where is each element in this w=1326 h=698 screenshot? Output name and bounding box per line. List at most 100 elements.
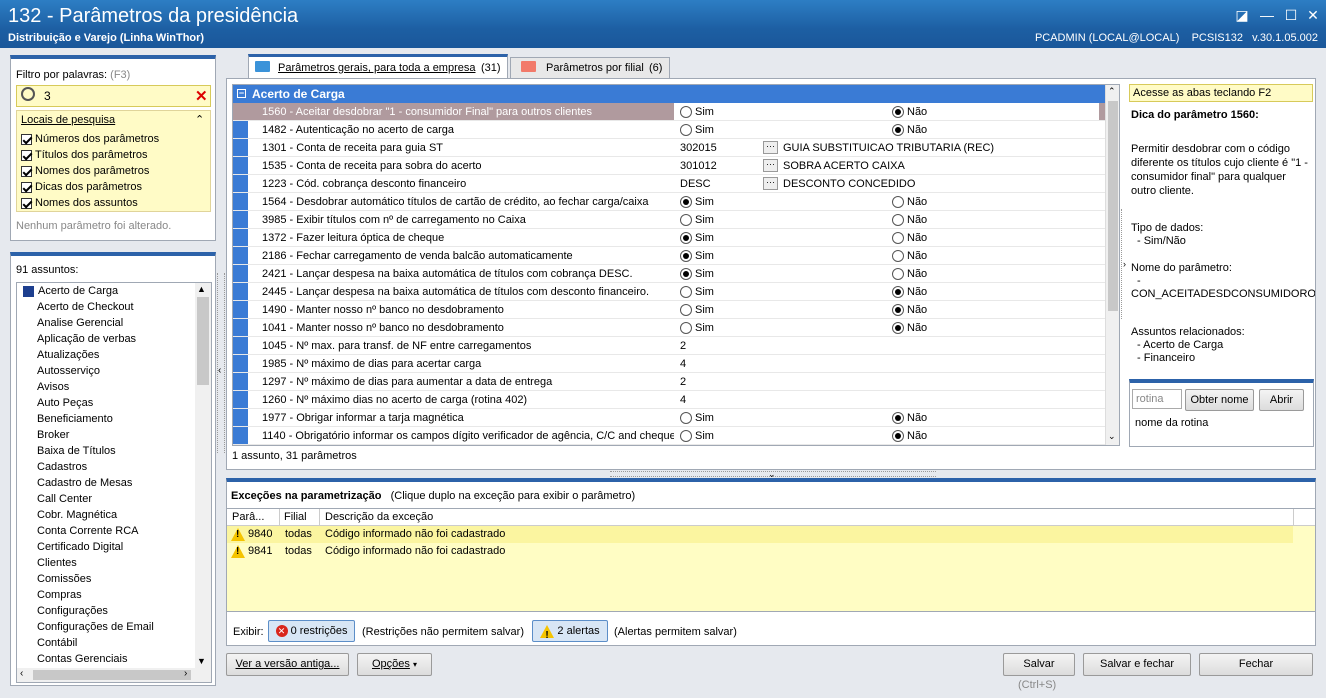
- radio-yes[interactable]: Sim: [680, 247, 714, 265]
- param-row[interactable]: 1490 - Manter nosso nº banco no desdobra…: [233, 301, 1105, 319]
- radio-icon[interactable]: [680, 286, 692, 299]
- subject-item[interactable]: Avisos: [37, 379, 69, 395]
- radio-yes[interactable]: Sim: [680, 103, 714, 121]
- scroll-thumb[interactable]: [1108, 101, 1118, 311]
- checked-icon[interactable]: [23, 285, 34, 297]
- checkbox-icon[interactable]: [21, 133, 32, 145]
- scroll-down-icon[interactable]: ▼: [197, 656, 206, 666]
- radio-no[interactable]: Não: [892, 319, 927, 337]
- subject-item[interactable]: Cobr. Magnética: [37, 507, 117, 523]
- vertical-scrollbar[interactable]: ▲ ▼: [195, 283, 211, 668]
- subject-item[interactable]: Contábil: [37, 635, 77, 651]
- scroll-up-icon[interactable]: ▲: [197, 284, 206, 294]
- filter-input-box[interactable]: 3 ✕: [16, 85, 211, 107]
- radio-icon[interactable]: [892, 322, 904, 335]
- subject-item[interactable]: Cadastros: [37, 459, 87, 475]
- radio-yes[interactable]: Sim: [680, 319, 714, 337]
- tab-general[interactable]: Parâmetros gerais, para toda a empresa (…: [248, 54, 508, 78]
- scroll-right-icon[interactable]: ›: [184, 668, 187, 679]
- group-header[interactable]: − Acerto de Carga: [233, 85, 1105, 103]
- radio-icon[interactable]: [680, 322, 692, 335]
- radio-no[interactable]: Não: [892, 409, 927, 427]
- radio-no[interactable]: Não: [892, 229, 927, 247]
- subject-item[interactable]: Aplicação de verbas: [37, 331, 136, 347]
- splitter-left-icon[interactable]: ‹: [218, 365, 221, 376]
- subject-item[interactable]: Beneficiamento: [37, 411, 113, 427]
- scroll-left-icon[interactable]: ‹: [20, 668, 23, 679]
- subjects-list[interactable]: Acerto de Carga Acerto de Checkout Analise…: [16, 282, 212, 683]
- radio-icon[interactable]: [680, 214, 692, 227]
- maximize-icon[interactable]: ☐: [1281, 6, 1301, 24]
- scroll-thumb[interactable]: [197, 297, 209, 385]
- radio-yes[interactable]: Sim: [680, 211, 714, 229]
- param-row[interactable]: 2186 - Fechar carregamento de venda balc…: [233, 247, 1105, 265]
- get-name-button[interactable]: Obter nome: [1185, 389, 1254, 411]
- radio-icon[interactable]: [892, 106, 904, 119]
- exception-row[interactable]: 9840 todas Código informado não foi cada…: [227, 526, 1293, 543]
- restore-icon[interactable]: ◪: [1232, 6, 1252, 24]
- tip-arrow-icon[interactable]: ›: [1123, 259, 1126, 269]
- param-value[interactable]: 2: [680, 337, 686, 355]
- radio-icon[interactable]: [680, 412, 692, 425]
- param-row[interactable]: 1560 - Aceitar desdobrar "1 - consumidor…: [233, 103, 1105, 121]
- subject-item[interactable]: Cadastro de Mesas: [37, 475, 132, 491]
- vertical-splitter[interactable]: ‹: [217, 273, 225, 453]
- col-param[interactable]: Parâ...: [232, 511, 264, 523]
- subject-item[interactable]: Acerto de Checkout: [37, 299, 134, 315]
- radio-no[interactable]: Não: [892, 283, 927, 301]
- param-row[interactable]: 1041 - Manter nosso nº banco no desdobra…: [233, 319, 1105, 337]
- radio-icon[interactable]: [892, 232, 904, 245]
- param-row[interactable]: 1045 - Nº max. para transf. de NF entre …: [233, 337, 1105, 355]
- radio-icon[interactable]: [680, 250, 692, 263]
- location-subjects[interactable]: Nomes dos assuntos: [21, 195, 159, 211]
- subject-item[interactable]: Analise Gerencial: [37, 315, 123, 331]
- radio-yes[interactable]: Sim: [680, 265, 714, 283]
- subject-item[interactable]: Clientes: [37, 555, 77, 571]
- radio-icon[interactable]: [680, 268, 692, 281]
- radio-icon[interactable]: [892, 214, 904, 227]
- subject-item[interactable]: Broker: [37, 427, 69, 443]
- radio-icon[interactable]: [680, 124, 692, 137]
- col-branch[interactable]: Filial: [284, 511, 307, 523]
- hscroll-thumb[interactable]: [33, 670, 191, 680]
- param-row[interactable]: 3985 - Exibir títulos com nº de carregam…: [233, 211, 1105, 229]
- radio-icon[interactable]: [892, 250, 904, 263]
- params-grid[interactable]: − Acerto de Carga 1560 - Aceitar desdobr…: [232, 84, 1120, 446]
- param-row[interactable]: 1482 - Autenticação no acerto de carga Si…: [233, 121, 1105, 139]
- lookup-button[interactable]: ···: [763, 177, 778, 190]
- radio-icon[interactable]: [680, 196, 692, 209]
- subject-item[interactable]: Auto Peças: [37, 395, 93, 411]
- save-button[interactable]: Salvar: [1003, 653, 1075, 676]
- subject-item[interactable]: Acerto de Carga: [23, 283, 118, 299]
- param-row[interactable]: 1977 - Obrigar informar a tarja magnétic…: [233, 409, 1105, 427]
- collapse-group-icon[interactable]: −: [237, 89, 246, 98]
- options-button[interactable]: Opções ▾: [357, 653, 432, 676]
- radio-yes[interactable]: Sim: [680, 193, 714, 211]
- checkbox-icon[interactable]: [21, 149, 32, 161]
- location-names[interactable]: Nomes dos parâmetros: [21, 163, 159, 179]
- open-button[interactable]: Abrir: [1259, 389, 1304, 411]
- subject-item[interactable]: Compras: [37, 587, 82, 603]
- radio-icon[interactable]: [680, 430, 692, 443]
- radio-no[interactable]: Não: [892, 301, 927, 319]
- lookup-button[interactable]: ···: [763, 141, 778, 154]
- param-value[interactable]: 4: [680, 391, 686, 409]
- lookup-button[interactable]: ···: [763, 159, 778, 172]
- alerts-button[interactable]: 2 alertas: [532, 620, 608, 646]
- param-row[interactable]: 1223 - Cód. cobrança desconto financeiro…: [233, 175, 1105, 193]
- radio-icon[interactable]: [892, 268, 904, 281]
- radio-icon[interactable]: [680, 232, 692, 245]
- minimize-icon[interactable]: —: [1257, 6, 1277, 24]
- radio-icon[interactable]: [892, 124, 904, 137]
- param-row[interactable]: 1140 - Obrigatório informar os campos dí…: [233, 427, 1105, 445]
- radio-icon[interactable]: [680, 106, 692, 119]
- horizontal-splitter[interactable]: ⌄: [610, 469, 936, 479]
- clear-icon[interactable]: ✕: [195, 87, 208, 105]
- radio-icon[interactable]: [892, 196, 904, 209]
- radio-yes[interactable]: Sim: [680, 409, 714, 427]
- radio-icon[interactable]: [680, 304, 692, 317]
- radio-no[interactable]: Não: [892, 265, 927, 283]
- location-tips[interactable]: Dicas dos parâmetros: [21, 179, 159, 195]
- subject-item[interactable]: Certificado Digital: [37, 539, 123, 555]
- param-value[interactable]: 2: [680, 373, 686, 391]
